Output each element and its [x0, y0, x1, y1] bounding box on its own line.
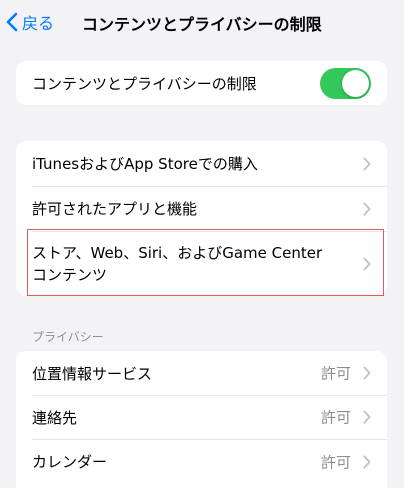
list-item-calendars[interactable]: カレンダー 許可 [16, 439, 387, 484]
restrictions-toggle-group: コンテンツとプライバシーの制限 [16, 61, 387, 105]
chevron-right-icon [363, 410, 371, 424]
list-item-label: カレンダー [32, 453, 108, 471]
list-item-content-restrictions[interactable]: ストア、Web、Siri、およびGame Center コンテンツ [16, 231, 387, 296]
list-item-label: 許可されたアプリと機能 [32, 200, 198, 218]
list-item-label: iTunesおよびApp Storeでの購入 [32, 155, 258, 173]
chevron-right-icon [363, 366, 371, 380]
chevron-right-icon [363, 455, 371, 468]
back-button[interactable]: 戻る [6, 8, 54, 36]
privacy-section-header: プライバシー [32, 330, 104, 344]
list-item-contacts[interactable]: 連絡先 許可 [16, 395, 387, 439]
restrictions-toggle-switch[interactable] [320, 68, 371, 99]
list-item-value: 許可 [320, 408, 351, 427]
restrictions-toggle-row: コンテンツとプライバシーの制限 [16, 61, 387, 105]
list-item-value: 許可 [320, 453, 351, 471]
list-item-location-services[interactable]: 位置情報サービス 許可 [16, 351, 387, 395]
list-item-label: 位置情報サービス [32, 364, 153, 383]
toggle-knob [342, 70, 369, 97]
list-item-value: 許可 [320, 364, 351, 383]
restrictions-group: iTunesおよびApp Storeでの購入 許可されたアプリと機能 ストア、W… [16, 141, 387, 296]
navigation-bar: 戻る コンテンツとプライバシーの制限 [0, 0, 404, 44]
back-button-label: 戻る [22, 14, 55, 33]
list-item-label: ストア、Web、Siri、およびGame Center コンテンツ [32, 242, 322, 286]
list-item-label: 連絡先 [32, 408, 78, 427]
chevron-right-icon [363, 202, 371, 215]
list-item-label-line-2: コンテンツ [32, 265, 108, 284]
chevron-right-icon [363, 157, 371, 170]
list-item-label-line-1: ストア、Web、Siri、およびGame Center [32, 243, 323, 262]
list-item-allowed-apps[interactable]: 許可されたアプリと機能 [16, 186, 387, 231]
screen: 戻る コンテンツとプライバシーの制限 コンテンツとプライバシーの制限 iTune… [0, 0, 404, 488]
restrictions-toggle-label: コンテンツとプライバシーの制限 [32, 74, 257, 93]
page-title: コンテンツとプライバシーの制限 [82, 15, 322, 34]
privacy-group: 位置情報サービス 許可 連絡先 許可 カレンダー 許可 [16, 351, 387, 488]
chevron-left-icon [6, 12, 18, 32]
chevron-right-icon [363, 257, 371, 270]
list-item-itunes-app-store-purchases[interactable]: iTunesおよびApp Storeでの購入 [16, 141, 387, 186]
